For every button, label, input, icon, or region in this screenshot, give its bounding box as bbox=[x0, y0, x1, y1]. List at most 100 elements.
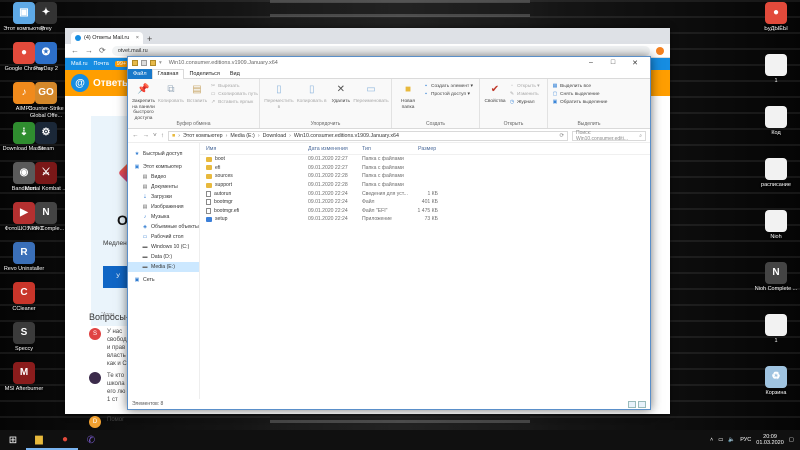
file-row[interactable]: efi 09.01.2020 22:27 Папка с файлами bbox=[200, 164, 650, 173]
file-row[interactable]: sources 09.01.2020 22:28 Папка с файлами bbox=[200, 172, 650, 181]
history-button[interactable]: ◷ Журнал bbox=[509, 99, 540, 105]
tab-file[interactable]: Файл bbox=[128, 68, 152, 79]
breadcrumb-download[interactable]: Download bbox=[263, 133, 287, 139]
minimize-button[interactable]: – bbox=[580, 59, 602, 67]
column-size[interactable]: Размер bbox=[414, 146, 438, 152]
question-item[interactable]: D Помог bbox=[89, 416, 129, 428]
nav-item[interactable]: ▤ Изображения bbox=[128, 202, 199, 212]
mail-link[interactable]: Почта bbox=[94, 61, 109, 67]
file-explorer-icon[interactable]: ▆ bbox=[26, 430, 52, 450]
column-name[interactable]: Имя bbox=[200, 146, 308, 152]
desktop-shortcut[interactable]: R Revo Uninstaller bbox=[0, 242, 48, 273]
desktop-shortcut[interactable]: M MSI Afterburner bbox=[0, 362, 48, 393]
question-text[interactable]: Те кто школа его лю 1 ст bbox=[107, 372, 129, 404]
profile-avatar[interactable] bbox=[656, 46, 664, 55]
desktop-shortcut[interactable]: 1 bbox=[752, 314, 800, 345]
clock[interactable]: 20:09 01.03.2020 bbox=[756, 434, 784, 447]
notifications-icon[interactable]: ▢ bbox=[789, 437, 794, 443]
desktop-shortcut[interactable]: GO Counter-Strike Global Offe... bbox=[22, 82, 70, 119]
open-button[interactable]: ▫ Открыть ▾ bbox=[509, 83, 539, 89]
nav-item[interactable]: ⇣ Загрузки bbox=[128, 192, 199, 202]
nav-item[interactable]: ▣ Сеть bbox=[128, 275, 199, 285]
back-icon[interactable]: ← bbox=[71, 46, 79, 55]
back-arrow-icon[interactable]: ← bbox=[132, 132, 139, 139]
large-icons-view-icon[interactable] bbox=[638, 400, 646, 408]
desktop-shortcut[interactable]: C CCleaner bbox=[0, 282, 48, 313]
cut-button[interactable]: ✂ Вырезать bbox=[210, 83, 258, 89]
new-item-button[interactable]: ▪ Создать элемент ▾ bbox=[423, 83, 473, 89]
language-indicator[interactable]: РУС bbox=[740, 437, 751, 443]
close-button[interactable]: ✕ bbox=[624, 59, 646, 67]
question-item[interactable]: Те кто школа его лю 1 ст bbox=[89, 372, 129, 404]
nav-item[interactable]: ▣ Этот компьютер bbox=[128, 162, 199, 172]
chrome-icon[interactable]: ● bbox=[52, 430, 78, 450]
windows-start-icon[interactable]: ⊞ bbox=[0, 430, 26, 450]
user-avatar[interactable] bbox=[89, 372, 101, 384]
close-tab-icon[interactable]: × bbox=[136, 35, 139, 41]
file-row[interactable]: bootmgr.efi 09.01.2020 22:24 Файл "EFI" 1 4… bbox=[200, 207, 650, 216]
desktop-shortcut[interactable]: 1 bbox=[752, 54, 800, 85]
browser-tab[interactable]: (4) Ответы Mail.ru × bbox=[71, 32, 143, 44]
desktop-shortcut[interactable]: Nioh bbox=[752, 210, 800, 241]
tray-chevron-icon[interactable]: ˄ bbox=[710, 437, 713, 443]
desktop-shortcut[interactable]: S Speccy bbox=[0, 322, 48, 353]
desktop-shortcut[interactable]: ● ЬуДЫЁЫ bbox=[752, 2, 800, 33]
volume-icon[interactable]: 🔈 bbox=[728, 437, 735, 443]
nav-item[interactable]: ▬ Windows 10 (C:) bbox=[128, 242, 199, 252]
user-avatar[interactable]: D bbox=[89, 416, 101, 428]
copy-path-button[interactable]: ▭ Скопировать путь bbox=[210, 91, 258, 97]
edit-button[interactable]: ✎ Изменить bbox=[509, 91, 540, 97]
desktop-shortcut[interactable]: ✪ PayDay 2 bbox=[22, 42, 70, 73]
column-date[interactable]: Дата изменения bbox=[308, 146, 362, 152]
recent-dropdown-icon[interactable]: ˅ bbox=[153, 132, 157, 139]
breadcrumb-current[interactable]: Win10.consumer.editions.v1909.January.x6… bbox=[294, 133, 399, 139]
nav-item[interactable]: ★ Быстрый доступ bbox=[128, 149, 199, 159]
paste-shortcut-button[interactable]: ↗ Вставить ярлык bbox=[210, 99, 258, 105]
column-type[interactable]: Тип bbox=[362, 146, 414, 152]
file-row[interactable]: autorun 09.01.2020 22:24 Сведения для уст.… bbox=[200, 189, 650, 198]
details-view-icon[interactable] bbox=[628, 400, 636, 408]
nav-item[interactable]: ♪ Музыка bbox=[128, 212, 199, 222]
question-text[interactable]: Помог bbox=[107, 416, 129, 428]
tab-view[interactable]: Вид bbox=[225, 69, 245, 79]
tab-home[interactable]: Главная bbox=[151, 68, 185, 79]
file-row[interactable]: support 09.01.2020 22:28 Папка с файлами bbox=[200, 181, 650, 190]
new-tab-button[interactable]: + bbox=[147, 34, 152, 44]
desktop-shortcut[interactable]: ⚙ Steam bbox=[22, 122, 70, 153]
desktop-shortcut[interactable]: N Nioh Complete ... bbox=[752, 262, 800, 293]
reload-icon[interactable]: ⟳ bbox=[99, 46, 106, 55]
desktop-shortcut[interactable]: N Nioh Comple... bbox=[22, 202, 70, 233]
nav-item[interactable]: ▭ Рабочий стол bbox=[128, 232, 199, 242]
otvet-logo-icon[interactable]: @ bbox=[71, 74, 89, 92]
search-input[interactable]: Поиск: Win10.consumer.editi... ⌕ bbox=[572, 130, 646, 142]
select-all-button[interactable]: ▦ Выделить все bbox=[552, 83, 607, 89]
desktop-shortcut[interactable]: ✦ Prey bbox=[22, 2, 70, 33]
file-row[interactable]: boot 09.01.2020 22:27 Папка с файлами bbox=[200, 155, 650, 164]
maximize-button[interactable]: □ bbox=[602, 59, 624, 67]
up-arrow-icon[interactable]: ↑ bbox=[161, 132, 164, 139]
properties-quick-icon[interactable] bbox=[141, 60, 147, 66]
new-folder-quick-icon[interactable] bbox=[150, 60, 156, 66]
forward-arrow-icon[interactable]: → bbox=[143, 132, 150, 139]
question-text[interactable]: У нас свобод и прав власть как и С bbox=[107, 328, 129, 368]
nav-item[interactable]: ▬ Media (E:) bbox=[128, 262, 199, 272]
forward-icon[interactable]: → bbox=[85, 46, 93, 55]
address-bar[interactable]: otvet.mail.ru bbox=[111, 45, 650, 56]
select-none-button[interactable]: ▢ Снять выделение bbox=[552, 91, 607, 97]
quick-access-dropdown-icon[interactable]: ▾ bbox=[159, 60, 162, 66]
tab-share[interactable]: Поделиться bbox=[184, 69, 224, 79]
breadcrumb-media[interactable]: Media (E:) bbox=[230, 133, 254, 139]
breadcrumb[interactable]: ■ › Этот компьютер › Media (E:) › Downlo… bbox=[168, 130, 568, 141]
network-icon[interactable]: ▭ bbox=[718, 437, 723, 443]
invert-selection-button[interactable]: ▣ Обратить выделение bbox=[552, 99, 608, 105]
viber-icon[interactable]: ✆ bbox=[78, 430, 104, 450]
nav-item[interactable]: ▤ Видео bbox=[128, 172, 199, 182]
mailru-link[interactable]: Mail.ru bbox=[71, 61, 88, 67]
file-row[interactable]: setup 09.01.2020 22:24 Приложение 73 КБ bbox=[200, 215, 650, 224]
nav-item[interactable]: ▬ Data (D:) bbox=[128, 252, 199, 262]
easy-access-button[interactable]: ▪ Простой доступ ▾ bbox=[423, 91, 473, 97]
refresh-icon[interactable]: ⟳ bbox=[560, 133, 564, 139]
desktop-shortcut[interactable]: ♻ Корзина bbox=[752, 366, 800, 397]
question-item[interactable]: S У нас свобод и прав власть как и С bbox=[89, 328, 129, 368]
desktop-shortcut[interactable]: расписание bbox=[752, 158, 800, 189]
